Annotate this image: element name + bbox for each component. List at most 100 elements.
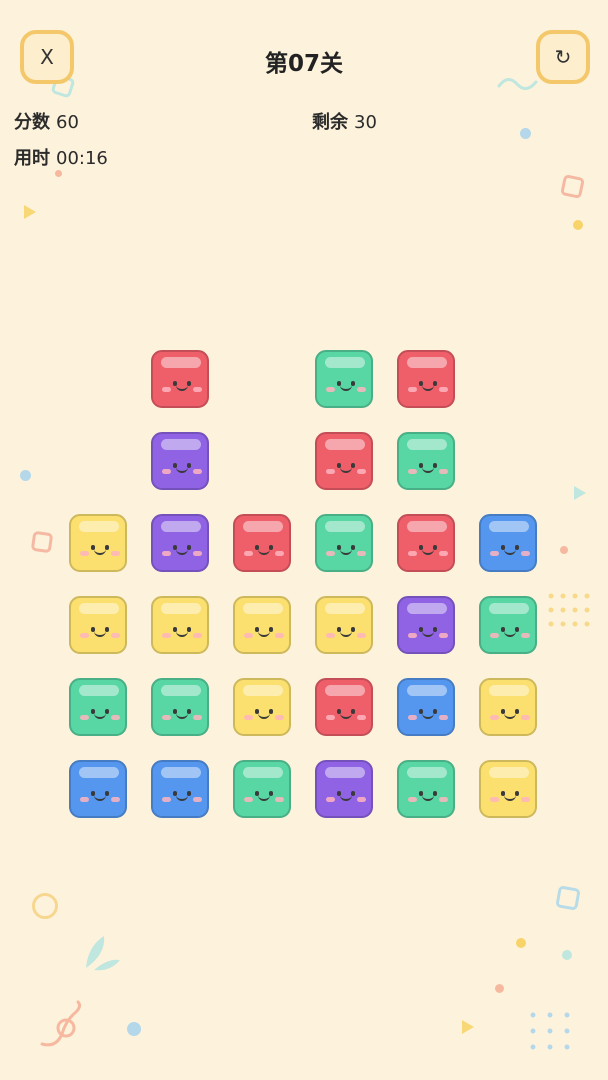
block-cheek xyxy=(162,387,171,392)
block-red[interactable] xyxy=(397,514,455,572)
block-cheek xyxy=(521,797,530,802)
restart-icon: ↻ xyxy=(554,45,572,69)
block-yellow[interactable] xyxy=(233,678,291,736)
block-cheek xyxy=(275,797,284,802)
block-cheek xyxy=(326,797,335,802)
block-shine xyxy=(161,767,201,778)
block-shine xyxy=(79,603,119,614)
block-yellow[interactable] xyxy=(69,596,127,654)
block-purple[interactable] xyxy=(315,760,373,818)
block-mouth xyxy=(422,631,434,637)
block-mouth xyxy=(340,385,352,391)
block-yellow[interactable] xyxy=(479,678,537,736)
block-shine xyxy=(407,357,447,368)
triangle-decoration xyxy=(574,486,586,500)
block-blue[interactable] xyxy=(397,678,455,736)
block-shine xyxy=(243,521,283,532)
block-cheek xyxy=(244,551,253,556)
block-green[interactable] xyxy=(233,760,291,818)
block-yellow[interactable] xyxy=(315,596,373,654)
block-green[interactable] xyxy=(151,678,209,736)
block-blue[interactable] xyxy=(151,760,209,818)
block-mouth xyxy=(422,795,434,801)
block-red[interactable] xyxy=(315,432,373,490)
block-green[interactable] xyxy=(315,514,373,572)
block-shine xyxy=(161,439,201,450)
block-mouth xyxy=(340,467,352,473)
block-mouth xyxy=(176,549,188,555)
block-blue[interactable] xyxy=(479,514,537,572)
block-cheek xyxy=(357,551,366,556)
block-cheek xyxy=(326,469,335,474)
block-cheek xyxy=(357,715,366,720)
block-cheek xyxy=(193,797,202,802)
block-mouth xyxy=(176,385,188,391)
score-label: 分数 xyxy=(14,112,50,133)
square-outline-decoration xyxy=(560,174,585,199)
block-cheek xyxy=(80,715,89,720)
block-yellow[interactable] xyxy=(233,596,291,654)
block-green[interactable] xyxy=(69,678,127,736)
block-shine xyxy=(161,685,201,696)
block-red[interactable] xyxy=(151,350,209,408)
block-shine xyxy=(325,767,365,778)
block-purple[interactable] xyxy=(151,432,209,490)
block-mouth xyxy=(504,713,516,719)
block-cheek xyxy=(490,797,499,802)
block-green[interactable] xyxy=(397,432,455,490)
block-green[interactable] xyxy=(479,596,537,654)
block-cheek xyxy=(357,633,366,638)
block-mouth xyxy=(94,795,106,801)
square-outline-decoration xyxy=(555,885,581,911)
remaining-label: 剩余 xyxy=(312,112,348,133)
block-mouth xyxy=(422,549,434,555)
block-shine xyxy=(161,603,201,614)
dot-grid-decoration xyxy=(548,593,590,627)
block-mouth xyxy=(340,795,352,801)
block-cheek xyxy=(521,715,530,720)
restart-button[interactable]: ↻ xyxy=(536,30,590,84)
block-mouth xyxy=(422,385,434,391)
block-cheek xyxy=(408,387,417,392)
block-mouth xyxy=(94,549,106,555)
block-red[interactable] xyxy=(233,514,291,572)
block-mouth xyxy=(176,713,188,719)
level-title: 第07关 xyxy=(264,51,343,77)
block-cheek xyxy=(490,551,499,556)
block-cheek xyxy=(326,633,335,638)
block-shine xyxy=(489,521,529,532)
swirl-decoration xyxy=(40,1000,82,1047)
block-yellow[interactable] xyxy=(69,514,127,572)
square-outline-decoration xyxy=(30,530,54,554)
block-cheek xyxy=(244,715,253,720)
block-cheek xyxy=(439,715,448,720)
block-purple[interactable] xyxy=(151,514,209,572)
block-cheek xyxy=(439,797,448,802)
block-yellow[interactable] xyxy=(151,596,209,654)
block-cheek xyxy=(275,715,284,720)
block-cheek xyxy=(439,633,448,638)
block-shine xyxy=(489,767,529,778)
block-yellow[interactable] xyxy=(479,760,537,818)
block-cheek xyxy=(357,387,366,392)
block-green[interactable] xyxy=(397,760,455,818)
block-cheek xyxy=(193,551,202,556)
block-shine xyxy=(407,439,447,450)
block-red[interactable] xyxy=(397,350,455,408)
block-green[interactable] xyxy=(315,350,373,408)
block-mouth xyxy=(258,713,270,719)
block-cheek xyxy=(357,469,366,474)
block-mouth xyxy=(422,467,434,473)
block-cheek xyxy=(408,715,417,720)
block-shine xyxy=(79,767,119,778)
block-cheek xyxy=(111,633,120,638)
block-mouth xyxy=(94,631,106,637)
block-shine xyxy=(325,439,365,450)
block-cheek xyxy=(111,715,120,720)
block-red[interactable] xyxy=(315,678,373,736)
block-shine xyxy=(243,685,283,696)
block-blue[interactable] xyxy=(69,760,127,818)
block-shine xyxy=(407,521,447,532)
block-purple[interactable] xyxy=(397,596,455,654)
block-cheek xyxy=(162,469,171,474)
